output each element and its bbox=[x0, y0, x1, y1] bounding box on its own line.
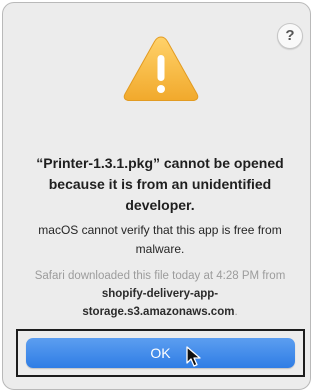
ok-button-focus-frame: OK bbox=[16, 329, 305, 377]
download-source: shopify-delivery-app-storage.s3.amazonaw… bbox=[82, 288, 235, 318]
alert-message: macOS cannot verify that this app is fre… bbox=[38, 223, 282, 256]
help-button[interactable]: ? bbox=[277, 23, 303, 49]
mouse-pointer-icon bbox=[186, 346, 202, 368]
download-info-prefix: Safari downloaded this file today at 4:2… bbox=[34, 270, 286, 282]
ok-button[interactable]: OK bbox=[26, 338, 295, 368]
download-info: Safari downloaded this file today at 4:2… bbox=[27, 267, 293, 321]
alert-title: “Printer-1.3.1.pkg” cannot be opened bec… bbox=[36, 155, 284, 213]
download-info-suffix: . bbox=[234, 306, 238, 318]
warning-triangle-icon bbox=[121, 33, 201, 105]
